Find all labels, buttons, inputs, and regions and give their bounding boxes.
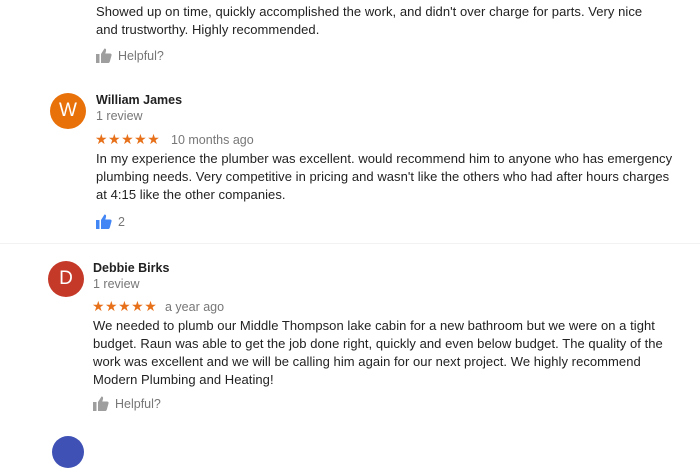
review-card: D Debbie Birks 1 review ★★★★★ a year ago… [0,250,700,420]
review-time: 10 months ago [171,133,254,147]
helpful-label: Helpful? [115,396,161,411]
review-count: 1 review [96,109,143,123]
helpful-button[interactable]: Helpful? [93,396,161,411]
thumbs-up-icon [93,396,109,411]
helpful-count: 2 [118,214,125,229]
thumbs-up-icon [96,48,112,63]
helpful-button[interactable]: Helpful? [96,48,164,63]
review-text: In my experience the plumber was excelle… [96,151,673,202]
reviewer-name[interactable]: William James [96,93,182,107]
avatar[interactable]: D [48,261,84,297]
thumbs-up-icon [96,214,112,229]
review-text: Showed up on time, quickly accomplished … [96,4,643,37]
review-count: 1 review [93,277,140,291]
review-card: Showed up on time, quickly accomplished … [0,0,700,75]
review-text: We needed to plumb our Middle Thompson l… [93,318,663,387]
helpful-label: Helpful? [118,48,164,63]
review-time: a year ago [165,300,225,314]
reviewer-name[interactable]: Debbie Birks [93,261,169,275]
divider [0,243,700,244]
star-rating: ★★★★★ [92,298,158,314]
review-card: W William James 1 review ★★★★★ 10 months… [0,82,700,242]
star-rating: ★★★★★ [95,131,161,147]
avatar[interactable]: W [50,93,86,129]
helpful-button[interactable]: 2 [96,214,125,229]
